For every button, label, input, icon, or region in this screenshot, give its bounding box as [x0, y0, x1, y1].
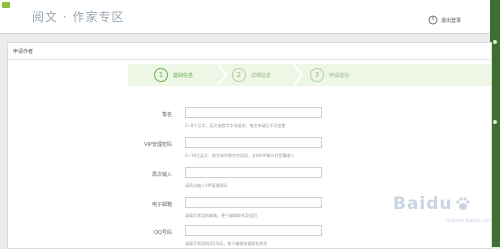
step-basic-info: 1 基础信息	[154, 68, 193, 82]
chevron-right-icon	[217, 64, 228, 86]
step-number: 3	[310, 68, 324, 82]
email-input[interactable]	[185, 197, 322, 208]
field-hint: 请填写常用的邮箱，便于编辑联系及找回	[185, 213, 257, 218]
step-number: 2	[232, 68, 246, 82]
confirm-password-input[interactable]	[185, 167, 322, 178]
power-icon	[428, 15, 438, 25]
step-number: 1	[154, 68, 168, 82]
field-label: 笔名	[161, 112, 172, 118]
panel-header: 申请作者	[8, 43, 491, 60]
field-hint: 请再次输入VIP管理密码	[185, 183, 228, 188]
step-label: 申请成功	[329, 72, 350, 79]
apply-author-panel: 申请作者 1 基础信息 2 详细信息 3 申请成功 笔名 2~8个汉字，英文或数…	[7, 42, 492, 249]
field-hint: 2~8个汉字，英文或数字字母组成，笔名申请后不可变更	[185, 123, 286, 128]
brand-title[interactable]: 阅文 · 作家专区	[32, 8, 124, 25]
step-progress-bar: 1 基础信息 2 详细信息 3 申请成功	[128, 64, 491, 86]
watermark-url: jingyan.baidu.com	[446, 218, 493, 224]
qq-input[interactable]	[185, 225, 322, 236]
field-hint: 请填写常用的QQ号码，便于编辑快速联系到您	[185, 241, 268, 246]
baidu-watermark: Baidu	[393, 194, 471, 214]
panel-title: 申请作者	[13, 49, 34, 55]
field-label: 电子邮箱	[151, 202, 172, 208]
strip-dot	[493, 40, 497, 44]
top-header-bar: 阅文 · 作家专区 退出登录	[0, 0, 500, 34]
logout-button[interactable]: 退出登录	[428, 15, 461, 25]
step-apply-success: 3 申请成功	[310, 68, 349, 82]
app-icon	[2, 2, 10, 8]
chevron-right-icon	[293, 64, 304, 86]
watermark-brand: Baidu	[393, 194, 453, 214]
field-label: QQ号码	[154, 230, 172, 236]
field-hint: 6~16位英文、数字或特殊字符组成，支持VIP章节对签署输入	[185, 153, 295, 158]
logout-label: 退出登录	[441, 17, 462, 24]
vip-password-input[interactable]	[185, 137, 322, 148]
step-detail-info: 2 详细信息	[232, 68, 271, 82]
step-label: 详细信息	[251, 72, 272, 79]
step-label: 基础信息	[173, 72, 194, 79]
pen-name-input[interactable]	[185, 107, 322, 118]
field-label: VIP管理密码	[144, 142, 172, 148]
field-label: 再次输入	[151, 172, 172, 178]
strip-dot	[493, 120, 497, 124]
paw-icon	[455, 197, 470, 210]
